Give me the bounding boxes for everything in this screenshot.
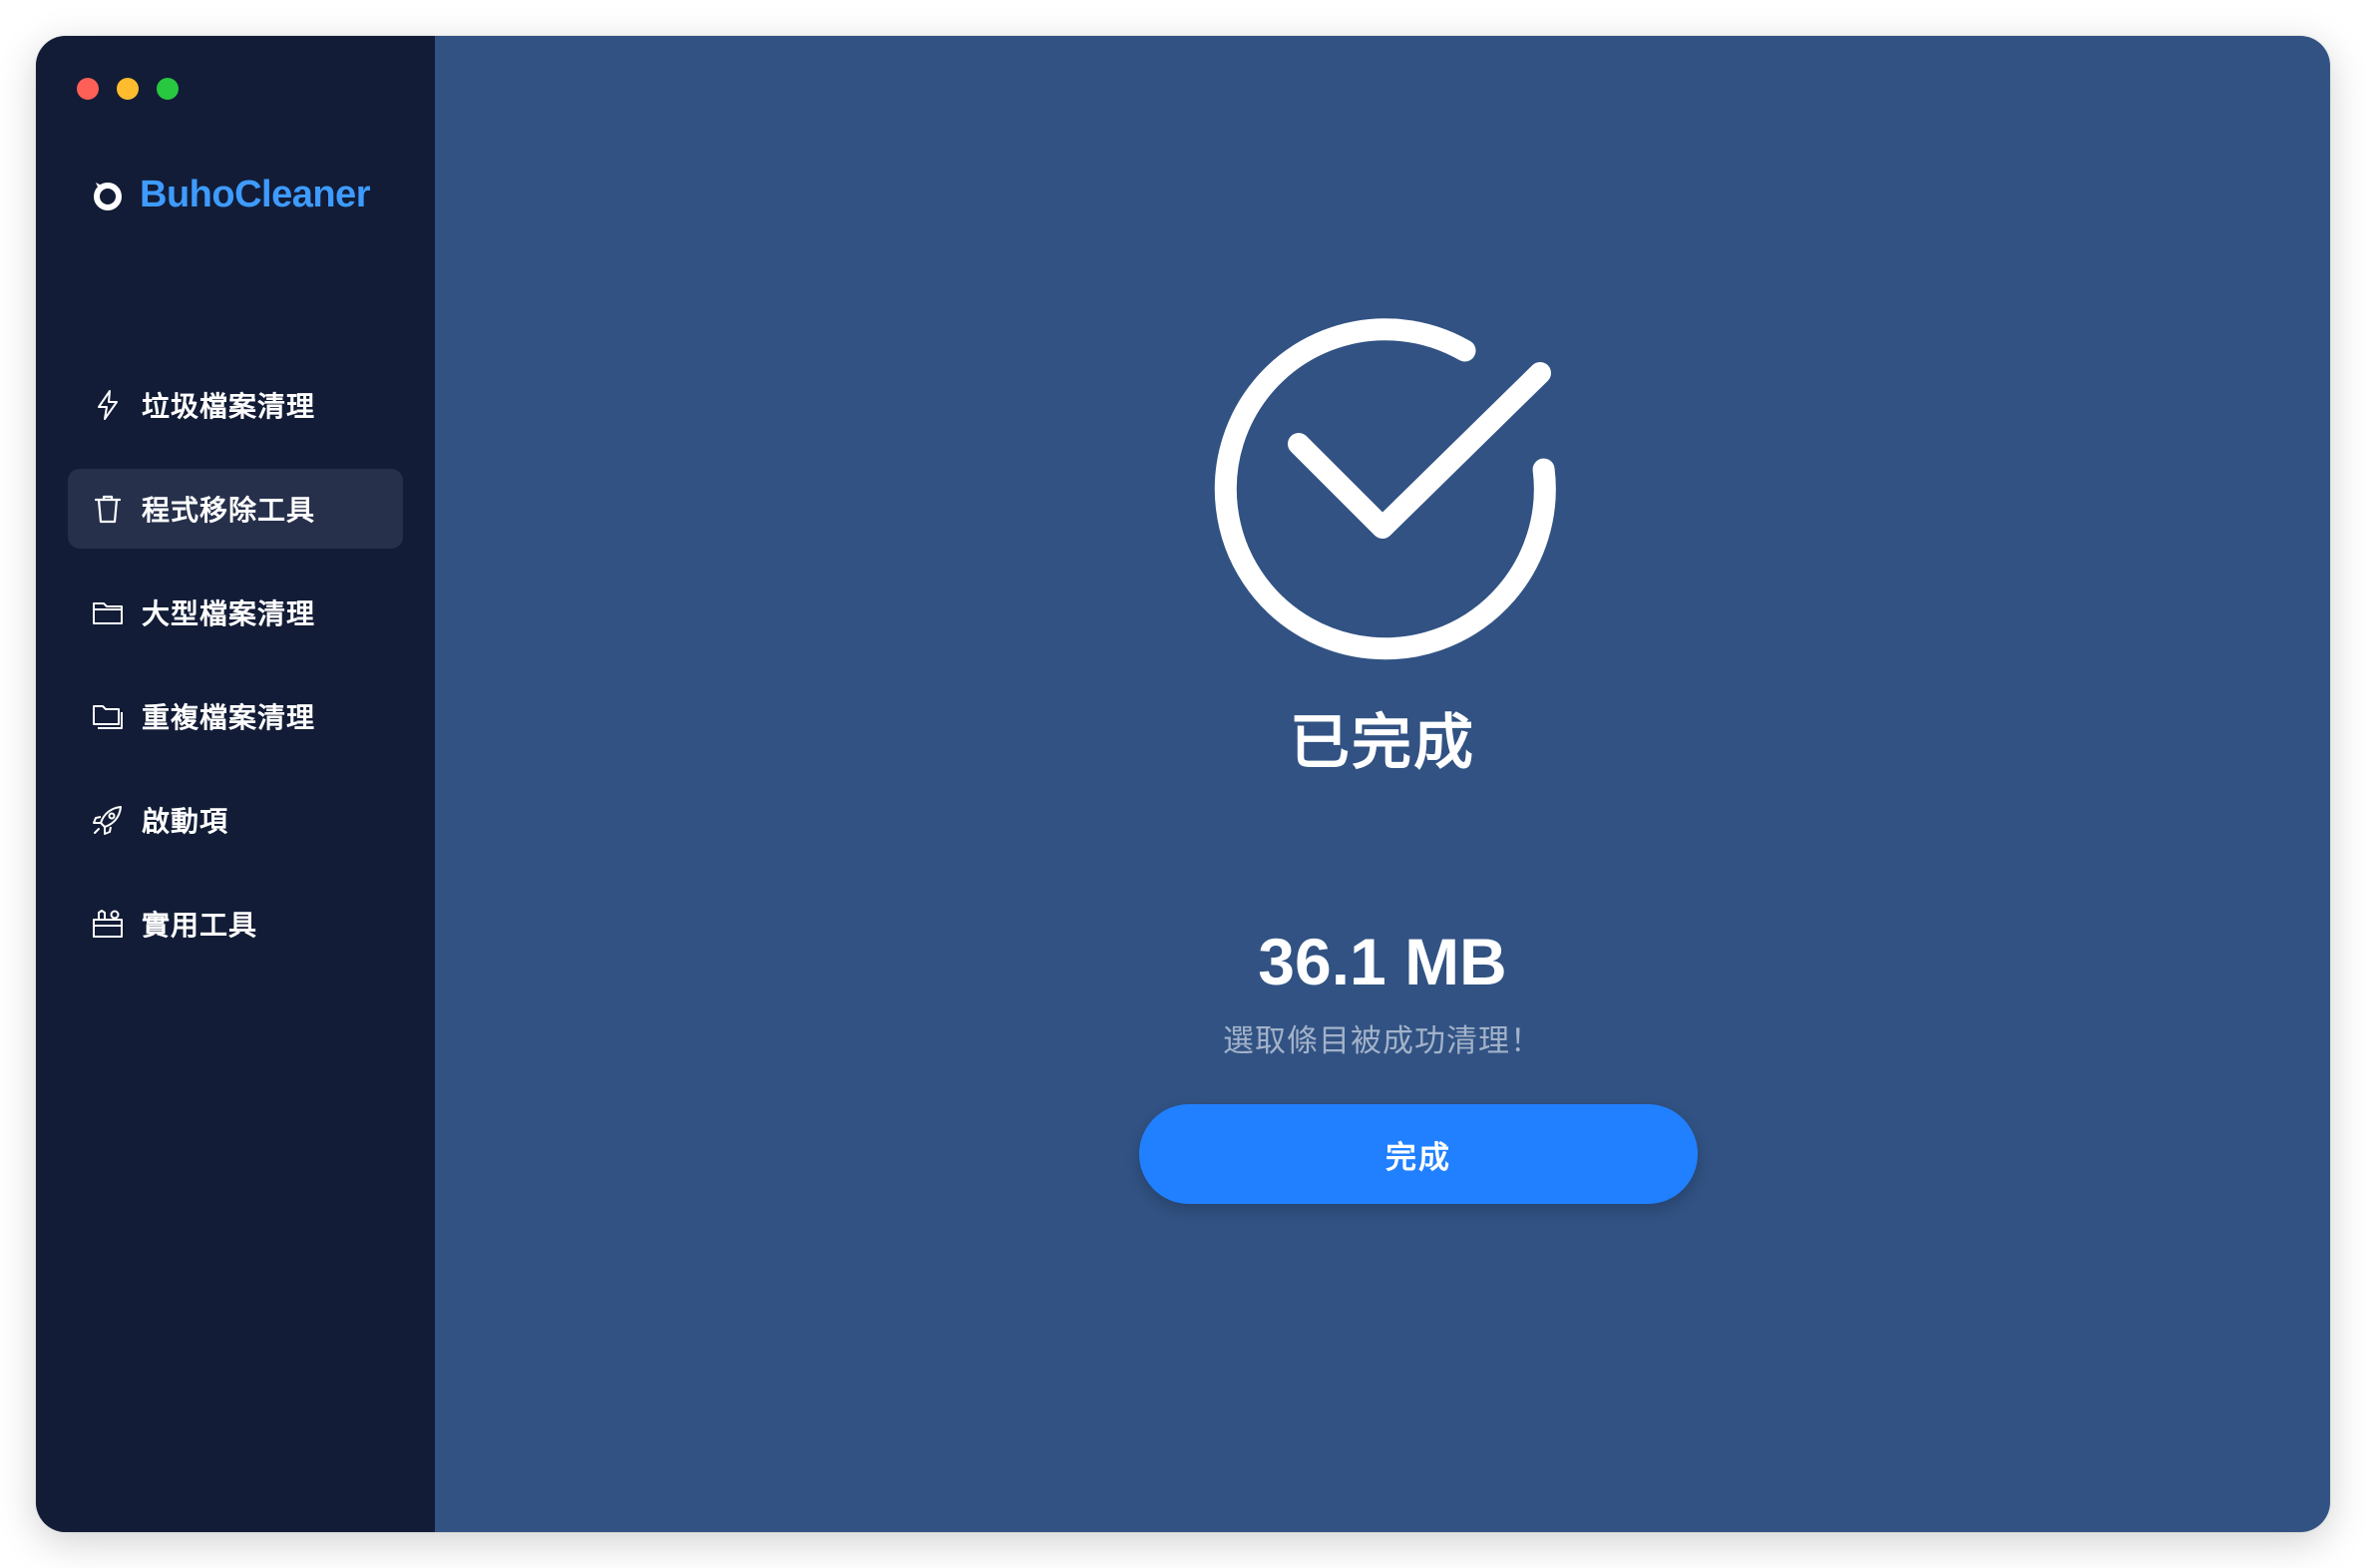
cleaned-size: 36.1 MB [1258, 925, 1507, 998]
sidebar-item-app-uninstaller[interactable]: 程式移除工具 [68, 469, 403, 549]
close-window-button[interactable] [77, 78, 99, 100]
done-button[interactable]: 完成 [1139, 1104, 1698, 1204]
sidebar: BuhoCleaner 垃圾檔案清理 程式移除工具 大型檔案清理 重複檔案清理 … [36, 36, 435, 1532]
zoom-window-button[interactable] [157, 78, 179, 100]
sidebar-item-label: 啟動項 [142, 805, 229, 838]
sidebar-item-label: 程式移除工具 [142, 494, 316, 527]
sidebar-item-label: 重複檔案清理 [142, 701, 316, 734]
sidebar-item-startup-items[interactable]: 啟動項 [68, 780, 403, 860]
sidebar-item-utilities[interactable]: 實用工具 [68, 884, 403, 964]
brand: BuhoCleaner [90, 174, 370, 216]
toolbox-icon [90, 906, 126, 942]
sidebar-item-junk-cleanup[interactable]: 垃圾檔案清理 [68, 365, 403, 445]
result-message: 選取條目被成功清理！ [1223, 1023, 1542, 1059]
window-controls [77, 78, 179, 100]
buho-logo-icon [94, 182, 122, 210]
folder-icon [90, 594, 126, 630]
duplicate-folder-icon [90, 698, 126, 734]
app-window: BuhoCleaner 垃圾檔案清理 程式移除工具 大型檔案清理 重複檔案清理 … [36, 36, 2330, 1532]
status-title: 已完成 [1290, 708, 1475, 778]
trash-icon [90, 491, 126, 527]
checkmark-circle-icon [1207, 317, 1566, 676]
main-content: 已完成 36.1 MB 選取條目被成功清理！ 完成 [435, 36, 2330, 1532]
sidebar-item-label: 大型檔案清理 [142, 597, 316, 630]
sidebar-item-large-files[interactable]: 大型檔案清理 [68, 573, 403, 652]
sidebar-menu: 垃圾檔案清理 程式移除工具 大型檔案清理 重複檔案清理 啟動項 實用工具 [68, 365, 403, 987]
rocket-icon [90, 802, 126, 838]
sidebar-item-duplicates[interactable]: 重複檔案清理 [68, 676, 403, 756]
sidebar-item-label: 垃圾檔案清理 [142, 390, 316, 423]
lightning-icon [90, 387, 126, 423]
minimize-window-button[interactable] [117, 78, 139, 100]
app-name: BuhoCleaner [140, 174, 370, 215]
sidebar-item-label: 實用工具 [142, 909, 258, 942]
